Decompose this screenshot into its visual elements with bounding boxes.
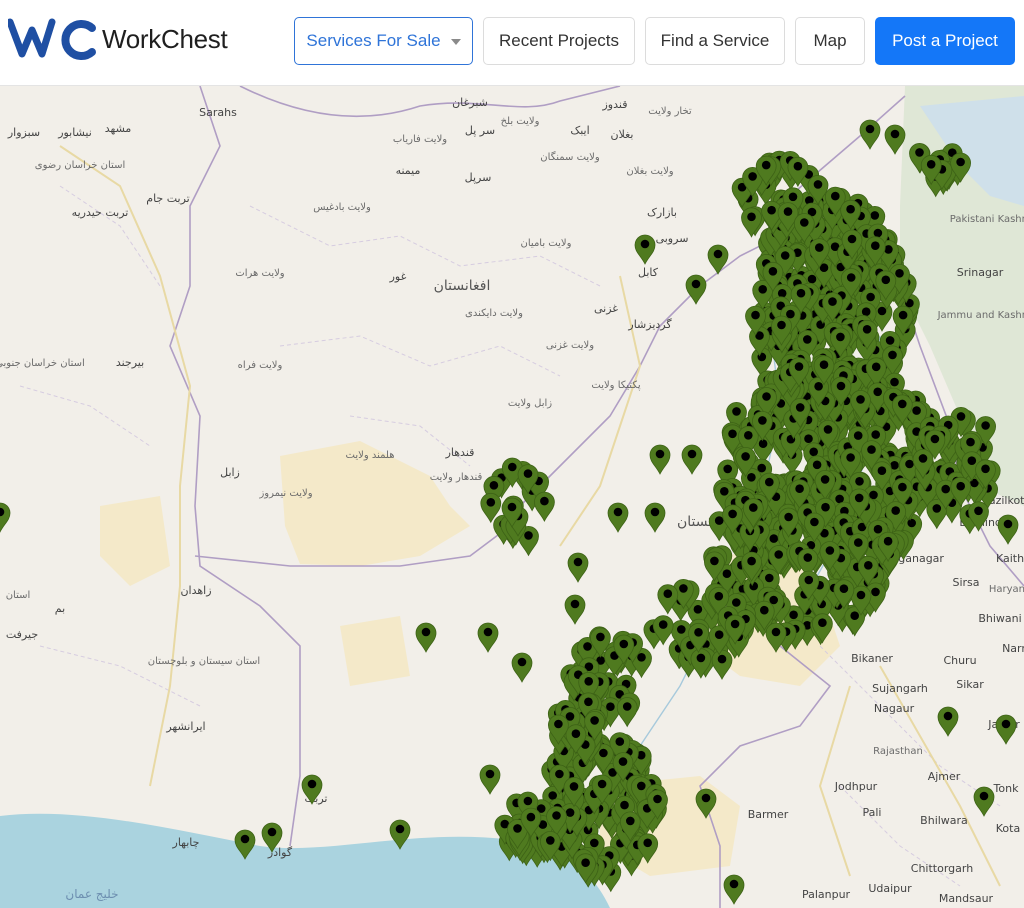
- map-label: ولایت سمنگان: [540, 151, 600, 163]
- map-label: کابل: [638, 266, 659, 279]
- map-label: استان خراسان رضوی: [35, 160, 125, 171]
- map-label: ولایت هرات: [235, 268, 284, 279]
- site-header: WorkChest Services For Sale Recent Proje…: [0, 0, 1024, 86]
- map-label: قندوز: [602, 98, 628, 111]
- map-label: مشهد: [105, 122, 132, 135]
- map-label: Sarahs: [199, 106, 237, 119]
- services-for-sale-dropdown[interactable]: Services For Sale: [294, 17, 473, 65]
- map-label: Tonk: [993, 782, 1020, 795]
- map-label: افغانستان: [434, 278, 491, 294]
- map-label: Chittorgarh: [911, 862, 973, 875]
- map-label: تخار ولایت: [648, 106, 692, 117]
- map-label: زابل: [220, 466, 240, 479]
- map-label: بغلان: [610, 128, 633, 141]
- map-label: هلمند ولایت: [346, 450, 395, 461]
- map-label: Narr: [1002, 642, 1024, 655]
- desert-patch: [340, 616, 410, 686]
- recent-projects-label: Recent Projects: [499, 31, 619, 50]
- find-service-button[interactable]: Find a Service: [645, 17, 785, 65]
- map-label: Bhiwani: [978, 612, 1021, 625]
- map-label: ولایت غزنی: [546, 340, 594, 351]
- map-label: ایرانشهر: [165, 720, 205, 733]
- map-button[interactable]: Map: [795, 17, 865, 65]
- map-label: Jammu and Kashmir: [937, 310, 1024, 321]
- map-label: Barmer: [748, 808, 789, 821]
- map-label: Udaipur: [868, 882, 912, 895]
- map-label: تربت جام: [146, 192, 189, 205]
- map-label: میمنه: [396, 164, 421, 177]
- map-label: سروبی: [656, 232, 689, 245]
- map-label: Ajmer: [928, 770, 961, 783]
- map-label: زاهدان: [180, 584, 211, 597]
- map-label: قندهار ولایت: [430, 472, 483, 483]
- map-label: غزنی: [594, 302, 618, 315]
- map-label: ولایت بلخ: [501, 116, 540, 127]
- map-label: گردیزشار: [627, 318, 672, 331]
- map-label: سبزوار: [7, 126, 40, 139]
- map-label: بم: [55, 602, 65, 615]
- map-label: سر پل: [465, 124, 495, 137]
- map-label: ولایت بامیان: [521, 238, 572, 249]
- map-label: استان: [6, 590, 31, 601]
- post-project-button[interactable]: Post a Project: [875, 17, 1015, 65]
- map-label: شبرغان: [452, 96, 488, 109]
- map-label: ولایت بغلان: [626, 166, 673, 177]
- map-label: Sikar: [956, 678, 984, 691]
- map-label: نیشابور: [57, 126, 92, 139]
- map-label: Churu: [943, 654, 976, 667]
- map-label: خلیج عمان: [65, 887, 118, 901]
- map-label: Rajasthan: [873, 746, 923, 757]
- map-label: ایبک: [570, 124, 589, 137]
- map-label: Bhilwara: [920, 814, 968, 827]
- map-label: Srinagar: [957, 266, 1004, 279]
- map-label: پکتیکا ولایت: [591, 380, 640, 391]
- map-label: Mandsaur: [939, 892, 994, 905]
- map-label: Pakistani Kashmir: [950, 214, 1024, 225]
- map-label: Kota: [996, 822, 1020, 835]
- map-label: Bikaner: [851, 652, 893, 665]
- map-label: جیرفت: [6, 628, 38, 641]
- map-label: ولایت بادغیس: [313, 202, 371, 213]
- map-label: ولایت دایکندی: [465, 308, 523, 319]
- workchest-logo-mark-icon: [8, 18, 96, 60]
- chevron-down-icon: [450, 39, 461, 45]
- map-label: زابل ولایت: [508, 398, 552, 409]
- map-label: سرپل: [465, 171, 492, 184]
- find-service-label: Find a Service: [660, 31, 770, 50]
- map-label: Jodhpur: [834, 780, 878, 793]
- map-label: Map: [813, 31, 847, 50]
- map-label: غور: [389, 270, 407, 283]
- map-label: ولایت فراه: [238, 360, 283, 371]
- post-project-label: Post a Project: [892, 31, 998, 50]
- map-view[interactable]: Sarahs مشهد نیشابور سبزوار استان خراسان رضوی…: [0, 86, 1024, 908]
- map-label: ولایت نیمروز: [258, 488, 312, 499]
- map-label: Kaith: [996, 552, 1024, 565]
- services-for-sale-label: Services For Sale: [306, 31, 441, 50]
- map-label: استان خراسان جنوبی: [0, 358, 85, 369]
- map-label: چابهار: [172, 836, 200, 849]
- map-label: تربت حیدریه: [72, 206, 129, 219]
- workchest-logo[interactable]: WorkChest: [8, 14, 228, 64]
- map-label: Palanpur: [802, 888, 851, 901]
- map-label: Nagaur: [874, 702, 915, 715]
- map-label: استان سیستان و بلوچستان: [148, 656, 260, 667]
- map-label: بازارک: [647, 206, 677, 219]
- map-label: Sirsa: [952, 576, 979, 589]
- map-label: Pali: [863, 806, 882, 819]
- map-label: قندهار: [445, 446, 475, 459]
- recent-projects-button[interactable]: Recent Projects: [483, 17, 635, 65]
- map-label: ولایت فاریاب: [393, 134, 447, 145]
- map-canvas[interactable]: Sarahs مشهد نیشابور سبزوار استان خراسان رضوی…: [0, 86, 1024, 908]
- map-label: Haryana: [989, 584, 1024, 595]
- map-label: بیرجند: [116, 356, 144, 369]
- brand-name: WorkChest: [102, 23, 228, 54]
- map-label: Sujangarh: [872, 682, 928, 695]
